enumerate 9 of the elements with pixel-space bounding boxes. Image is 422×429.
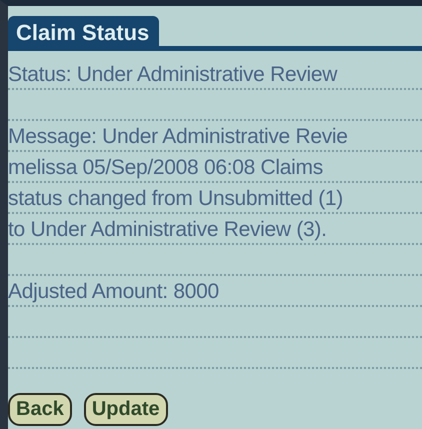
- form-title: Claim Status: [8, 16, 160, 46]
- text-line: Message: Under Administrative Revie: [8, 124, 348, 150]
- text-line: status changed from Unsubmitted (1): [8, 186, 343, 212]
- text-line: Adjusted Amount: 8000: [8, 279, 219, 305]
- form-button[interactable]: Back: [8, 393, 72, 426]
- text-line: melissa 05/Sep/2008 06:08 Claims: [8, 155, 323, 181]
- text-line: to Under Administrative Review (3).: [8, 217, 327, 243]
- form-button[interactable]: Update: [84, 393, 168, 426]
- text-line: Status: Under Administrative Review: [8, 62, 338, 88]
